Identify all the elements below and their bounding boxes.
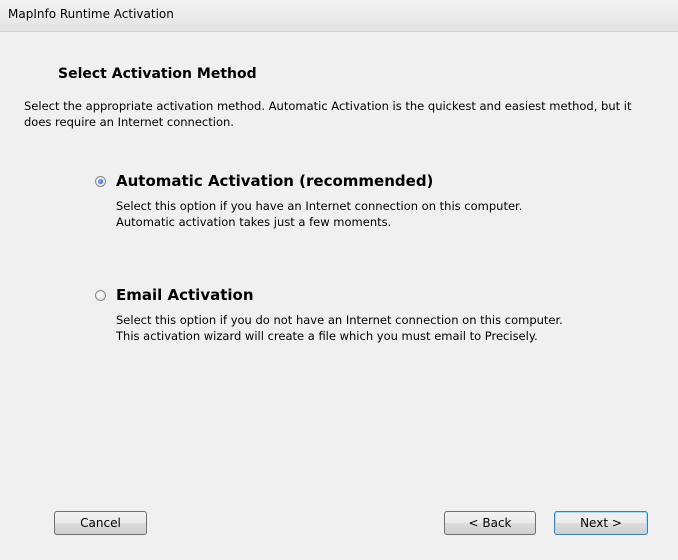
email-activation-description: Select this option if you do not have an… <box>116 313 563 343</box>
automatic-activation-label[interactable]: Automatic Activation (recommended) <box>116 172 433 190</box>
dialog-content: Select Activation Method Select the appr… <box>0 32 678 560</box>
title-bar: MapInfo Runtime Activation <box>0 0 678 32</box>
page-heading: Select Activation Method <box>58 66 257 82</box>
next-button[interactable]: Next > <box>554 511 648 535</box>
intro-text: Select the appropriate activation method… <box>24 99 632 129</box>
email-activation-radio[interactable] <box>95 290 106 301</box>
back-button[interactable]: < Back <box>444 511 536 535</box>
automatic-activation-description: Select this option if you have an Intern… <box>116 199 523 229</box>
window-title: MapInfo Runtime Activation <box>8 7 174 21</box>
automatic-activation-radio[interactable] <box>95 176 106 187</box>
activation-dialog: MapInfo Runtime Activation Select Activa… <box>0 0 678 560</box>
cancel-button[interactable]: Cancel <box>54 511 147 535</box>
email-activation-label[interactable]: Email Activation <box>116 286 254 304</box>
